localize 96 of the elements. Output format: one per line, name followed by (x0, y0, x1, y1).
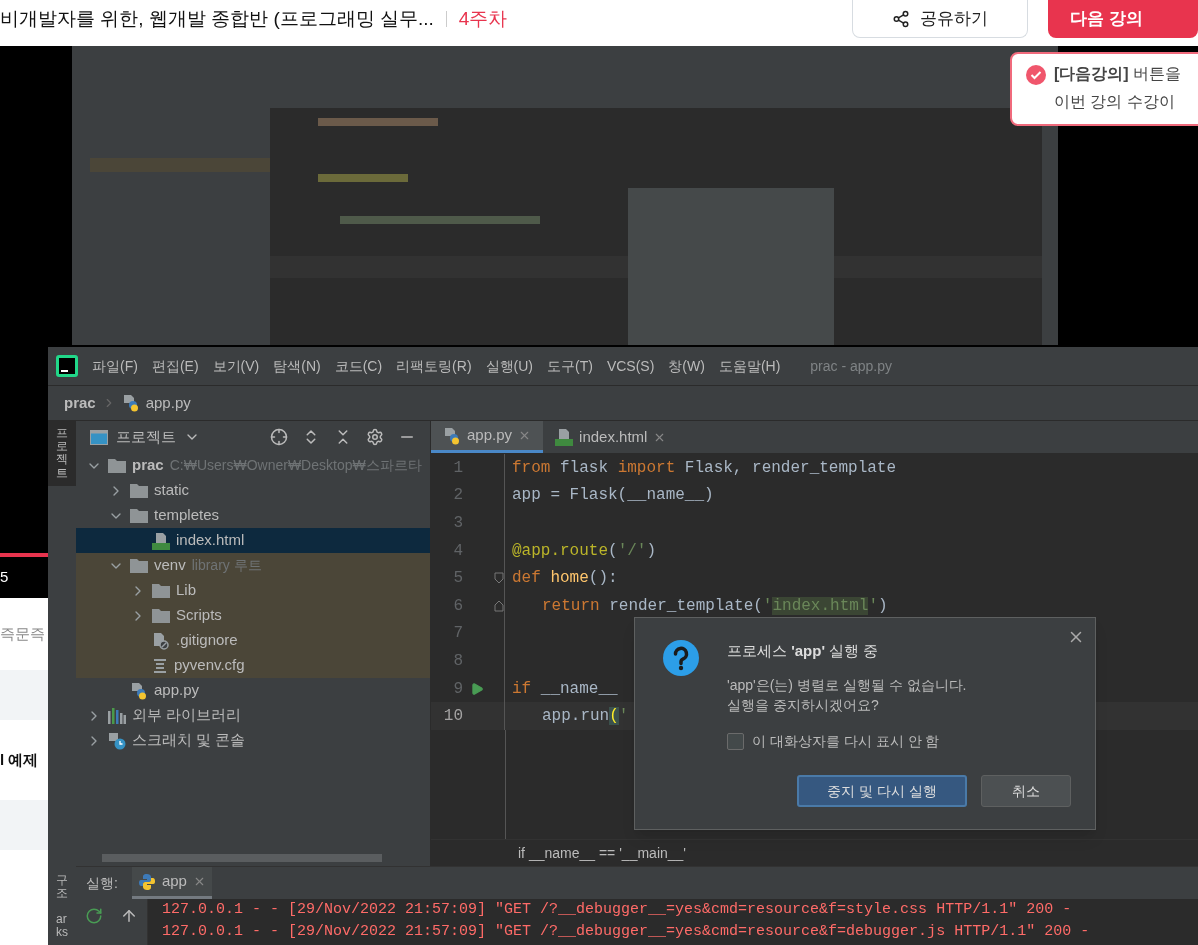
settings-icon[interactable] (366, 428, 384, 446)
tree-item[interactable]: templetes (76, 503, 430, 528)
panel-title[interactable]: 프로젝트 (116, 425, 176, 449)
run-tab[interactable]: app (131, 867, 212, 899)
code-text: @app.route('/') (511, 540, 657, 562)
folder-icon (108, 458, 126, 473)
libraries-icon (108, 707, 126, 724)
dialog-title: 프로세스 'app' 실행 중 (727, 641, 880, 661)
breadcrumb-item[interactable]: prac (64, 391, 96, 415)
ignored-file-icon (152, 631, 170, 650)
tree-item[interactable]: venv library 루트 (76, 553, 430, 578)
lesson-title[interactable]: 즉문즉 (0, 622, 45, 646)
line-number: 6 (452, 595, 463, 617)
tool-window-tab[interactable]: 구조 (48, 868, 76, 907)
folder-icon (130, 508, 148, 523)
code-text: app = Flask(__name__) (511, 485, 714, 507)
scrollbar[interactable] (102, 854, 382, 862)
locate-icon[interactable] (270, 428, 288, 446)
menu-item[interactable]: 리팩토링(R) (396, 355, 472, 377)
run-icon[interactable] (470, 681, 484, 696)
dialog-message: 실행을 중지하시겠어요? (727, 695, 880, 715)
line-number: 8 (452, 650, 463, 672)
restart-button[interactable]: 중지 및 다시 실행 (797, 775, 967, 807)
tool-window-tab[interactable]: arks (48, 906, 76, 945)
tree-item[interactable]: index.html (76, 528, 430, 553)
tree-item[interactable]: 스크래치 및 콘솔 (76, 728, 430, 753)
app-logo-icon (56, 355, 78, 377)
checkbox-label[interactable]: 이 대화상자를 다시 표시 안 함 (752, 730, 940, 752)
log-line: 127.0.0.1 - - [29/Nov/2022 21:57:09] "GET /?__debugger__=yes&cmd=resource&f=style.css HTTP/1.1" 200 - (162, 900, 1073, 920)
tree-item[interactable]: Scripts (76, 603, 430, 628)
python-file-icon (443, 426, 461, 445)
next-lecture-button[interactable]: 다음 강의 (1048, 0, 1198, 38)
menu-item[interactable]: 코드(C) (334, 355, 383, 377)
tree-item[interactable]: 외부 라이브러리 (76, 703, 430, 728)
html-file-icon (555, 428, 574, 446)
code-breadcrumb[interactable]: if __name__ == '__main__' (518, 842, 687, 864)
check-circle-icon (1026, 65, 1046, 85)
scratch-clock-icon (108, 731, 126, 750)
cancel-button[interactable]: 취소 (981, 775, 1071, 807)
editor-tab[interactable]: index.html (543, 421, 679, 453)
tree-item[interactable]: pyvenv.cfg (76, 653, 430, 678)
menu-item[interactable]: 보기(V) (212, 355, 260, 377)
code-text: app.run(' (541, 706, 629, 728)
checkbox[interactable] (727, 732, 744, 750)
tree-item[interactable]: static (76, 478, 430, 503)
video-time: 5 (0, 567, 9, 587)
week-label: 4주차 (458, 6, 508, 31)
course-title: 비개발자를 위한, 웹개발 종합반 (프로그래밍 실무... (0, 6, 434, 31)
menu-item[interactable]: 창(W) (668, 355, 705, 377)
fold-icon[interactable] (494, 572, 504, 585)
menu-item[interactable]: 도구(T) (547, 355, 593, 377)
python-file-icon (121, 394, 140, 412)
menu-item[interactable]: 탐색(N) (273, 355, 321, 377)
code-text: from flask import Flask, render_template (511, 457, 897, 479)
line-number: 2 (452, 485, 463, 507)
window-title: prac - app.py (810, 356, 893, 376)
folder-icon (152, 608, 170, 623)
tree-item[interactable]: Lib (76, 578, 430, 603)
tree-item[interactable]: app.py (76, 678, 430, 703)
menu-item[interactable]: VCS(S) (606, 355, 655, 377)
folder-icon (130, 483, 148, 498)
panel-icon (90, 429, 108, 445)
menu-item[interactable]: 파일(F) (92, 355, 138, 377)
tooltip-text: [다음강의] 버튼을 (1054, 64, 1182, 84)
line-number: 3 (452, 513, 463, 534)
line-number: 9 (452, 678, 463, 700)
editor-tab[interactable]: app.py (431, 421, 544, 453)
line-number: 5 (452, 568, 463, 590)
html-file-icon (152, 531, 170, 550)
code-text: def home(): (511, 568, 618, 590)
tree-item[interactable]: .gitignore (76, 628, 430, 653)
python-icon (137, 872, 156, 891)
menu-item[interactable]: 편집(E) (151, 355, 199, 377)
share-icon (892, 9, 910, 28)
fold-icon[interactable] (494, 599, 504, 612)
config-file-icon (152, 657, 168, 674)
line-number: 7 (452, 623, 463, 645)
question-icon (663, 640, 699, 676)
menu-item[interactable]: 도움말(H) (718, 355, 781, 377)
code-text: if __name__ (511, 678, 618, 700)
breadcrumb-item[interactable]: app.py (145, 391, 191, 415)
menu-item[interactable]: 실행(U) (485, 355, 533, 377)
python-file-icon (130, 681, 148, 700)
share-button[interactable]: 공유하기 (852, 0, 1028, 38)
line-number: 4 (452, 540, 463, 562)
tool-window-tab[interactable]: 프로젝트 (48, 421, 76, 486)
line-number: 10 (442, 706, 463, 728)
lesson-title[interactable]: l 예제 (0, 748, 39, 772)
tooltip-text: 이번 강의 수강이 (1054, 92, 1176, 112)
dialog-message: 'app'은(는) 병렬로 실행될 수 없습니다. (727, 675, 968, 695)
folder-icon (130, 558, 148, 573)
line-number: 1 (452, 457, 463, 479)
log-line: 127.0.0.1 - - [29/Nov/2022 21:57:09] "GET /?__debugger__=yes&cmd=resource&f=debugger.js HTTP/1.1" 200 - (162, 922, 1090, 942)
run-label: 실행: (86, 873, 118, 893)
code-text: return render_template('index.html') (541, 595, 888, 617)
rerun-icon[interactable] (84, 907, 103, 925)
